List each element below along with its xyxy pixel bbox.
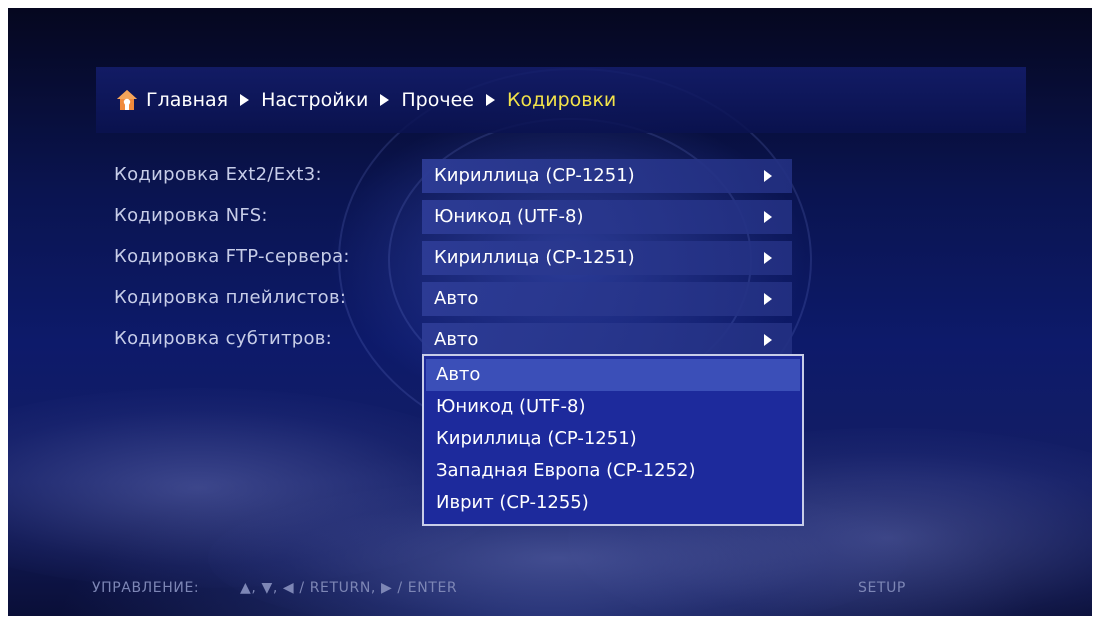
setting-label-subtitles: Кодировка субтитров: <box>114 328 333 349</box>
setting-value-ext[interactable]: Кириллица (CP-1251) <box>422 159 792 193</box>
chevron-right-icon <box>764 211 772 223</box>
dropdown-option-cp1251[interactable]: Кириллица (CP-1251) <box>426 423 800 455</box>
home-icon <box>117 90 137 110</box>
breadcrumb: Главная Настройки Прочее Кодировки <box>96 67 1026 133</box>
chevron-right-icon <box>764 252 772 264</box>
setting-value-text: Кириллица (CP-1251) <box>434 247 635 268</box>
breadcrumb-current: Кодировки <box>506 89 617 111</box>
dropdown-option-cp1252[interactable]: Западная Европа (CP-1252) <box>426 455 800 487</box>
dropdown-option-utf8[interactable]: Юникод (UTF-8) <box>426 391 800 423</box>
footer-setup: SETUP <box>858 580 906 596</box>
footer-controls-keys: ▲, ▼, ◀ / RETURN, ▶ / ENTER <box>240 580 458 596</box>
setting-value-text: Юникод (UTF-8) <box>434 206 584 227</box>
chevron-right-icon <box>764 293 772 305</box>
dropdown-option-cp1255[interactable]: Иврит (CP-1255) <box>426 487 800 519</box>
breadcrumb-item-other[interactable]: Прочее <box>401 89 474 111</box>
chevron-right-icon <box>764 170 772 182</box>
setting-value-text: Кириллица (CP-1251) <box>434 165 635 186</box>
chevron-right-icon <box>485 94 495 106</box>
screen: Главная Настройки Прочее Кодировки Кодир… <box>8 8 1092 616</box>
setting-value-text: Авто <box>434 288 479 309</box>
setting-value-text: Авто <box>434 329 479 350</box>
breadcrumb-trail: Главная Настройки Прочее Кодировки <box>146 67 616 133</box>
setting-label-ext: Кодировка Ext2/Ext3: <box>114 164 322 185</box>
breadcrumb-item-settings[interactable]: Настройки <box>261 89 368 111</box>
dropdown-option-auto[interactable]: Авто <box>426 359 800 391</box>
encoding-dropdown[interactable]: Авто Юникод (UTF-8) Кириллица (CP-1251) … <box>422 354 804 526</box>
setting-label-ftp: Кодировка FTP-сервера: <box>114 246 350 267</box>
setting-value-nfs[interactable]: Юникод (UTF-8) <box>422 200 792 234</box>
setting-value-playlist[interactable]: Авто <box>422 282 792 316</box>
chevron-right-icon <box>764 334 772 346</box>
setting-value-ftp[interactable]: Кириллица (CP-1251) <box>422 241 792 275</box>
setting-label-nfs: Кодировка NFS: <box>114 205 268 226</box>
setting-label-playlist: Кодировка плейлистов: <box>114 287 347 308</box>
chevron-right-icon <box>380 94 390 106</box>
chevron-right-icon <box>240 94 250 106</box>
breadcrumb-item-home[interactable]: Главная <box>146 89 228 111</box>
setting-value-subtitles[interactable]: Авто <box>422 323 792 357</box>
footer-controls-label: УПРАВЛЕНИЕ: <box>92 580 200 596</box>
